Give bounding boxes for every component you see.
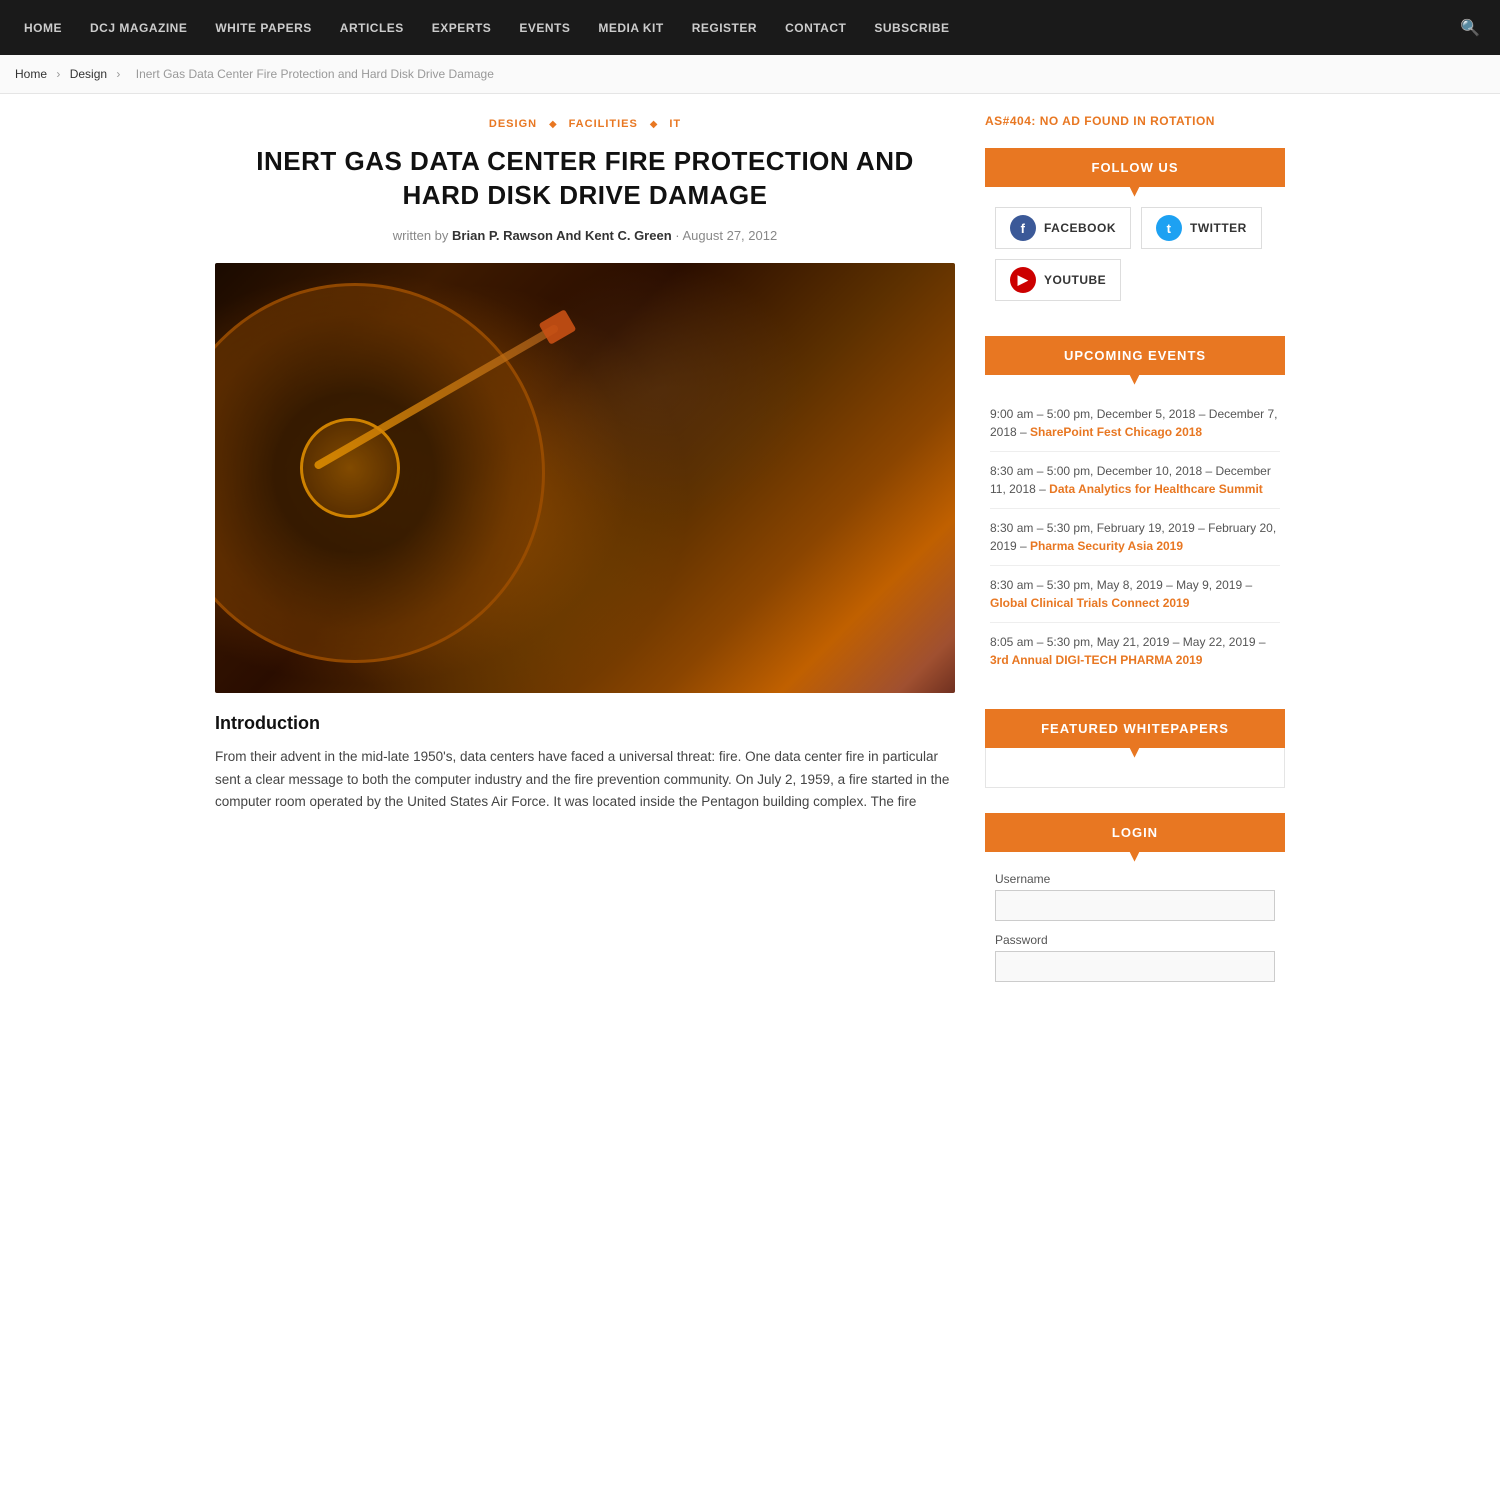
article-author: Brian P. Rawson And Kent C. Green (452, 228, 672, 243)
social-buttons: f FACEBOOK t TWITTER ▶ YOUTUBE (985, 187, 1285, 311)
nav-events[interactable]: EVENTS (505, 0, 584, 55)
upcoming-events-header: UPCOMING EVENTS (985, 336, 1285, 375)
password-input[interactable] (995, 951, 1275, 982)
nav-home[interactable]: HOME (10, 0, 76, 55)
twitter-label: TWITTER (1190, 221, 1247, 235)
nav-register[interactable]: REGISTER (678, 0, 771, 55)
page-container: DESIGN ◆ FACILITIES ◆ IT INERT GAS DATA … (200, 94, 1300, 1049)
category-facilities[interactable]: FACILITIES (569, 118, 638, 130)
category-separator-1: ◆ (549, 119, 557, 130)
search-icon[interactable]: 🔍 (1450, 18, 1490, 38)
username-input[interactable] (995, 890, 1275, 921)
password-field: Password (995, 933, 1275, 982)
youtube-icon: ▶ (1010, 267, 1036, 293)
hero-image (215, 263, 955, 693)
ad-placeholder: AS#404: NO AD FOUND IN ROTATION (985, 114, 1285, 128)
event-item-5: 8:05 am – 5:30 pm, May 21, 2019 – May 22… (990, 623, 1280, 679)
nav-contact[interactable]: CONTACT (771, 0, 860, 55)
written-by-label: written by (393, 228, 449, 243)
facebook-label: FACEBOOK (1044, 221, 1116, 235)
event-link-2[interactable]: Data Analytics for Healthcare Summit (1049, 482, 1263, 496)
nav-white-papers[interactable]: WHITE PAPERS (201, 0, 325, 55)
featured-whitepapers-widget: FEATURED WHITEPAPERS (985, 709, 1285, 788)
category-tags: DESIGN ◆ FACILITIES ◆ IT (215, 114, 955, 130)
event-time-5: 8:05 am – 5:30 pm, May 21, 2019 – May 22… (990, 635, 1266, 649)
youtube-label: YOUTUBE (1044, 273, 1106, 287)
username-label: Username (995, 872, 1275, 886)
event-time-4: 8:30 am – 5:30 pm, May 8, 2019 – May 9, … (990, 578, 1252, 592)
breadcrumb-separator-2: › (116, 67, 120, 81)
login-widget: LOGIN Username Password (985, 813, 1285, 1004)
nav-media-kit[interactable]: MEDIA KIT (584, 0, 677, 55)
follow-us-header: FOLLOW US (985, 148, 1285, 187)
event-link-1[interactable]: SharePoint Fest Chicago 2018 (1030, 425, 1202, 439)
twitter-button[interactable]: t TWITTER (1141, 207, 1262, 249)
meta-separator: · (675, 228, 682, 243)
breadcrumb: Home › Design › Inert Gas Data Center Fi… (0, 55, 1500, 94)
nav-subscribe[interactable]: SUBSCRIBE (860, 0, 963, 55)
article-meta: written by Brian P. Rawson And Kent C. G… (215, 228, 955, 243)
category-it[interactable]: IT (669, 118, 681, 130)
article-date: August 27, 2012 (683, 228, 778, 243)
event-item-1: 9:00 am – 5:00 pm, December 5, 2018 – De… (990, 395, 1280, 452)
event-link-5[interactable]: 3rd Annual DIGI-TECH PHARMA 2019 (990, 653, 1202, 667)
intro-text: From their advent in the mid-late 1950's… (215, 746, 955, 815)
sidebar: AS#404: NO AD FOUND IN ROTATION FOLLOW U… (985, 114, 1285, 1029)
youtube-button[interactable]: ▶ YOUTUBE (995, 259, 1121, 301)
category-separator-2: ◆ (650, 119, 658, 130)
intro-heading: Introduction (215, 713, 955, 734)
main-nav: HOME DCJ MAGAZINE WHITE PAPERS ARTICLES … (0, 0, 1500, 55)
twitter-icon: t (1156, 215, 1182, 241)
password-label: Password (995, 933, 1275, 947)
event-item-3: 8:30 am – 5:30 pm, February 19, 2019 – F… (990, 509, 1280, 566)
featured-whitepapers-header: FEATURED WHITEPAPERS (985, 709, 1285, 748)
breadcrumb-separator-1: › (56, 67, 60, 81)
event-link-3[interactable]: Pharma Security Asia 2019 (1030, 539, 1183, 553)
breadcrumb-section[interactable]: Design (70, 67, 107, 81)
login-form: Username Password (985, 852, 1285, 1004)
article-title: INERT GAS DATA CENTER FIRE PROTECTION AN… (215, 145, 955, 213)
facebook-icon: f (1010, 215, 1036, 241)
login-header: LOGIN (985, 813, 1285, 852)
nav-articles[interactable]: ARTICLES (326, 0, 418, 55)
nav-dcj-magazine[interactable]: DCJ MAGAZINE (76, 0, 201, 55)
category-design[interactable]: DESIGN (489, 118, 537, 130)
username-field: Username (995, 872, 1275, 921)
event-link-4[interactable]: Global Clinical Trials Connect 2019 (990, 596, 1189, 610)
upcoming-events-widget: UPCOMING EVENTS 9:00 am – 5:00 pm, Decem… (985, 336, 1285, 684)
breadcrumb-home[interactable]: Home (15, 67, 47, 81)
event-item-4: 8:30 am – 5:30 pm, May 8, 2019 – May 9, … (990, 566, 1280, 623)
breadcrumb-current: Inert Gas Data Center Fire Protection an… (136, 67, 494, 81)
follow-us-widget: FOLLOW US f FACEBOOK t TWITTER ▶ YOUTUBE (985, 148, 1285, 311)
facebook-button[interactable]: f FACEBOOK (995, 207, 1131, 249)
events-list: 9:00 am – 5:00 pm, December 5, 2018 – De… (985, 375, 1285, 684)
nav-experts[interactable]: EXPERTS (418, 0, 506, 55)
event-item-2: 8:30 am – 5:00 pm, December 10, 2018 – D… (990, 452, 1280, 509)
main-content: DESIGN ◆ FACILITIES ◆ IT INERT GAS DATA … (215, 114, 955, 1029)
